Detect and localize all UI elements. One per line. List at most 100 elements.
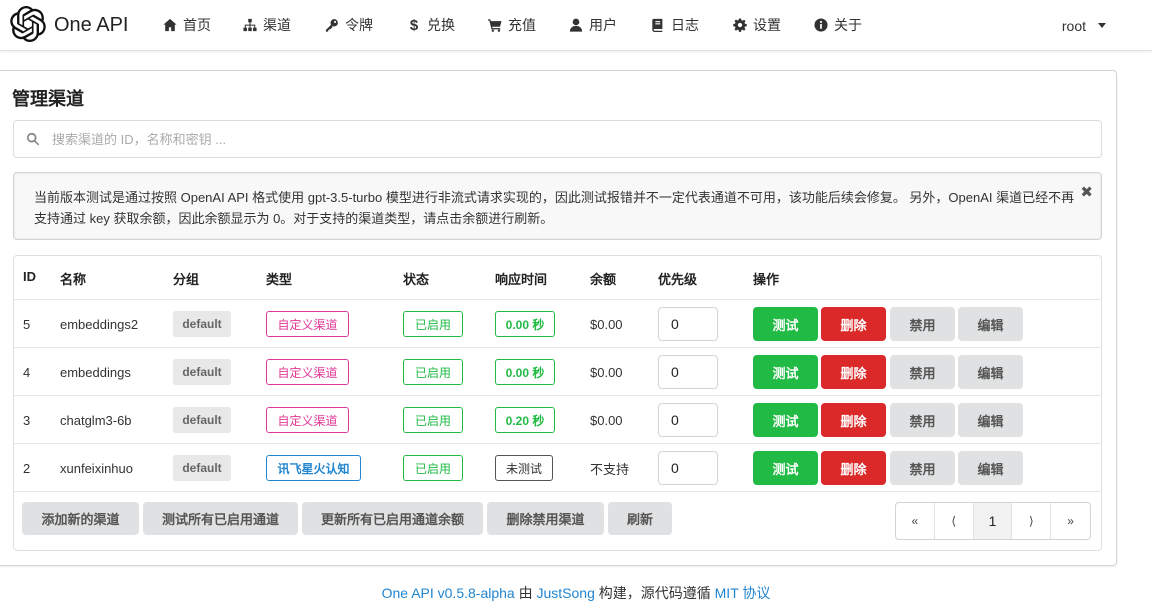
notice-message: 当前版本测试是通过按照 OpenAI API 格式使用 gpt-3.5-turb… xyxy=(13,172,1102,240)
delete-disabled-button[interactable]: 删除禁用渠道 xyxy=(487,502,604,535)
next-page-button[interactable]: ⟩ xyxy=(1012,503,1052,539)
edit-button[interactable]: 编辑 xyxy=(958,307,1023,341)
delete-button[interactable]: 删除 xyxy=(821,451,886,485)
disable-button[interactable]: 禁用 xyxy=(890,355,955,389)
search-input[interactable] xyxy=(52,131,1052,147)
footer-text: 构建，源代码遵循 xyxy=(594,585,715,601)
last-page-button[interactable]: » xyxy=(1051,503,1090,539)
user-name: root xyxy=(1061,17,1086,34)
header-response-time[interactable]: 响应时间 xyxy=(495,269,547,288)
header-id[interactable]: ID xyxy=(23,269,36,284)
search-box[interactable] xyxy=(13,120,1102,158)
user-dropdown[interactable]: root xyxy=(1062,0,1106,51)
prev-page-button[interactable]: ⟨ xyxy=(935,503,974,539)
delete-button[interactable]: 删除 xyxy=(821,403,886,437)
cell-balance[interactable]: 不支持 xyxy=(590,444,629,492)
group-label: default xyxy=(173,311,231,337)
header-balance[interactable]: 余额 xyxy=(590,269,616,288)
brand[interactable]: One API xyxy=(0,0,150,51)
priority-input[interactable] xyxy=(658,451,718,485)
add-channel-button[interactable]: 添加新的渠道 xyxy=(22,502,139,535)
edit-button[interactable]: 编辑 xyxy=(958,403,1023,437)
test-button[interactable]: 测试 xyxy=(753,307,818,341)
page-title: 管理渠道 xyxy=(12,89,84,109)
test-button[interactable]: 测试 xyxy=(753,451,818,485)
disable-button[interactable]: 禁用 xyxy=(890,451,955,485)
channel-management-card: 管理渠道 当前版本测试是通过按照 OpenAI API 格式使用 gpt-3.5… xyxy=(0,70,1117,566)
nav-label: 令牌 xyxy=(345,17,373,33)
test-all-button[interactable]: 测试所有已启用通道 xyxy=(143,502,298,535)
cell-id: 4 xyxy=(23,364,31,380)
test-button[interactable]: 测试 xyxy=(753,355,818,389)
author-link[interactable]: JustSong xyxy=(536,585,594,601)
first-page-button[interactable]: « xyxy=(896,503,935,539)
page-button[interactable]: 1 xyxy=(973,503,1013,539)
nav-settings[interactable]: 设置 xyxy=(732,0,781,51)
main-menu: 首页 渠道 令牌 $ 兑换 充值 用户 日志 设置 关于 xyxy=(150,0,862,51)
priority-input[interactable] xyxy=(658,355,718,389)
top-nav: One API 首页 渠道 令牌 $ 兑换 充值 用户 日志 设置 关于 roo… xyxy=(0,0,1152,51)
nav-label: 首页 xyxy=(183,17,211,33)
priority-input[interactable] xyxy=(658,403,718,437)
refresh-button[interactable]: 刷新 xyxy=(608,502,672,535)
license-link[interactable]: MIT 协议 xyxy=(715,585,771,601)
nav-label: 充值 xyxy=(508,17,536,33)
nav-home[interactable]: 首页 xyxy=(162,0,211,51)
nav-redeem[interactable]: $ 兑换 xyxy=(406,0,455,51)
nav-label: 用户 xyxy=(589,17,617,33)
delete-button[interactable]: 删除 xyxy=(821,355,886,389)
type-label: 自定义渠道 xyxy=(266,407,349,433)
response-time-badge[interactable]: 0.00 秒 xyxy=(495,311,555,337)
status-badge: 已启用 xyxy=(403,407,463,433)
cell-name: chatglm3-6b xyxy=(60,412,132,428)
delete-button[interactable]: 删除 xyxy=(821,307,886,341)
app-name: One API xyxy=(54,13,129,36)
type-label: 自定义渠道 xyxy=(266,311,349,337)
response-time-badge[interactable]: 未测试 xyxy=(495,455,553,481)
table-row: 4 embeddings default 自定义渠道 已启用 0.00 秒 $0… xyxy=(14,348,1101,396)
header-group[interactable]: 分组 xyxy=(173,269,199,288)
header-name[interactable]: 名称 xyxy=(60,269,86,288)
nav-users[interactable]: 用户 xyxy=(568,0,617,51)
header-status[interactable]: 状态 xyxy=(403,269,429,288)
edit-button[interactable]: 编辑 xyxy=(958,451,1023,485)
project-link[interactable]: One API v0.5.8-alpha xyxy=(382,585,515,601)
nav-label: 设置 xyxy=(753,17,781,33)
table-row: 3 chatglm3-6b default 自定义渠道 已启用 0.20 秒 $… xyxy=(14,396,1101,444)
nav-topup[interactable]: 充值 xyxy=(487,0,536,51)
type-label: 自定义渠道 xyxy=(266,359,349,385)
test-button[interactable]: 测试 xyxy=(753,403,818,437)
nav-about[interactable]: 关于 xyxy=(813,0,862,51)
edit-button[interactable]: 编辑 xyxy=(958,355,1023,389)
home-icon xyxy=(162,17,178,33)
disable-button[interactable]: 禁用 xyxy=(890,403,955,437)
nav-logs[interactable]: 日志 xyxy=(650,0,699,51)
footer-text: 由 xyxy=(514,585,537,601)
disable-button[interactable]: 禁用 xyxy=(890,307,955,341)
user-icon xyxy=(568,17,584,33)
info-icon xyxy=(813,17,829,33)
nav-tokens[interactable]: 令牌 xyxy=(324,0,373,51)
header-actions: 操作 xyxy=(753,272,780,287)
cell-balance[interactable]: $0.00 xyxy=(590,396,623,444)
group-label: default xyxy=(173,359,231,385)
cart-icon xyxy=(487,17,503,33)
table-row: 5 embeddings2 default 自定义渠道 已启用 0.00 秒 $… xyxy=(14,300,1101,348)
cell-balance[interactable]: $0.00 xyxy=(590,300,623,348)
status-badge: 已启用 xyxy=(403,455,463,481)
nav-label: 日志 xyxy=(671,17,699,33)
header-priority[interactable]: 优先级 xyxy=(658,269,697,288)
cell-id: 2 xyxy=(23,460,31,476)
header-type[interactable]: 类型 xyxy=(266,269,292,288)
nav-channels[interactable]: 渠道 xyxy=(242,0,291,51)
response-time-badge[interactable]: 0.20 秒 xyxy=(495,407,555,433)
cell-balance[interactable]: $0.00 xyxy=(590,348,623,396)
response-time-badge[interactable]: 0.00 秒 xyxy=(495,359,555,385)
notice-text: 当前版本测试是通过按照 OpenAI API 格式使用 gpt-3.5-turb… xyxy=(34,190,1075,226)
priority-input[interactable] xyxy=(658,307,718,341)
nav-label: 渠道 xyxy=(263,17,291,33)
update-balance-button[interactable]: 更新所有已启用通道余额 xyxy=(302,502,483,535)
close-icon[interactable]: ✖ xyxy=(1080,183,1093,201)
book-icon xyxy=(650,17,666,33)
key-icon xyxy=(324,17,340,33)
